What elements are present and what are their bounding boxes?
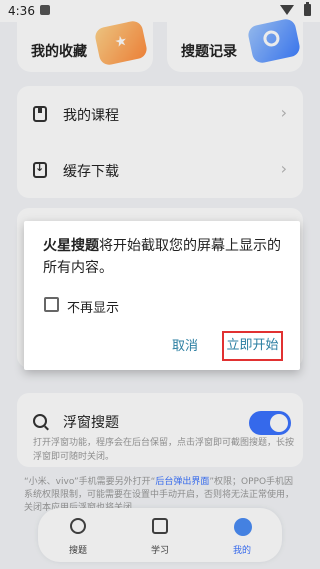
dont-show-again-label[interactable]: 不再显示 (67, 297, 119, 316)
screen-capture-dialog: 火星搜题将开始截取您的屏幕上显示的所有内容。 不再显示 取消 立即开始 (24, 221, 300, 370)
dialog-message: 火星搜题将开始截取您的屏幕上显示的所有内容。 (43, 235, 293, 279)
dialog-app-name: 火星搜题 (43, 238, 99, 254)
start-now-button[interactable]: 立即开始 (222, 331, 283, 361)
dont-show-again-checkbox[interactable] (44, 297, 59, 312)
cancel-button[interactable]: 取消 (172, 335, 198, 354)
